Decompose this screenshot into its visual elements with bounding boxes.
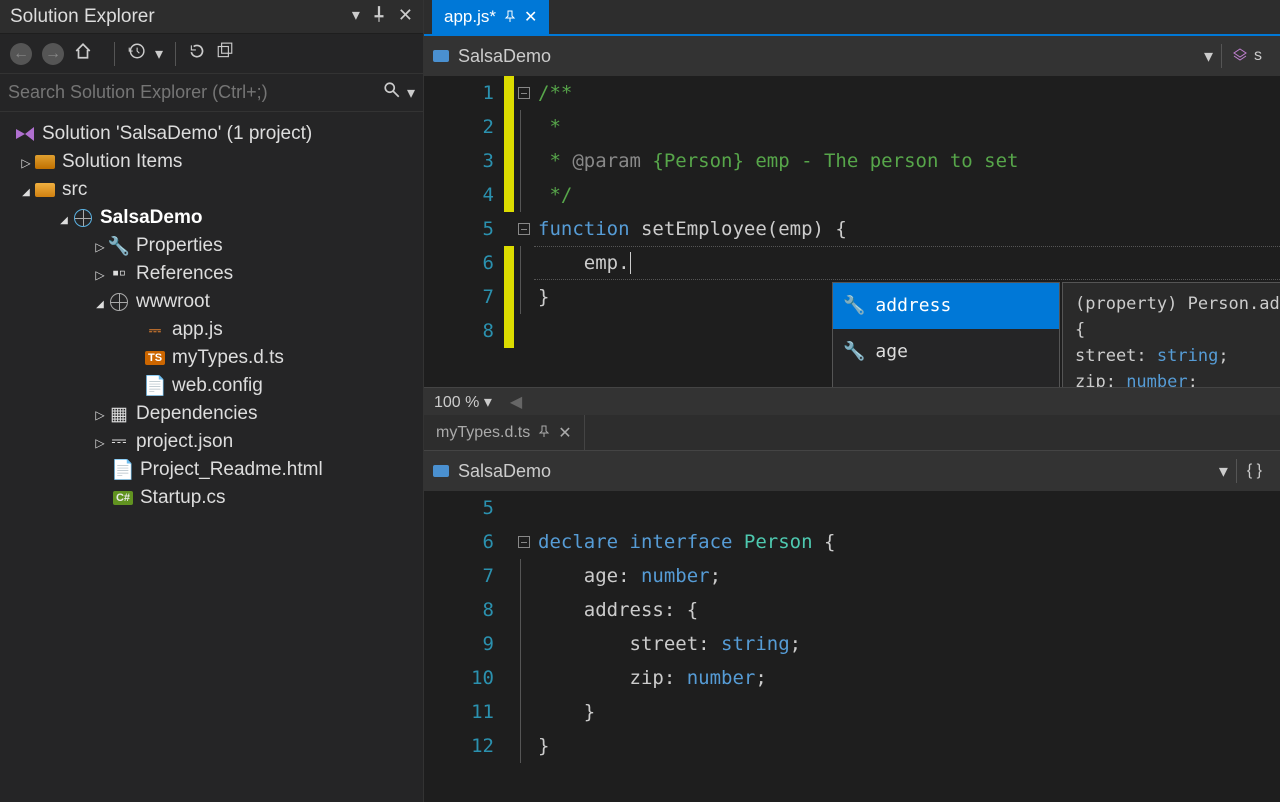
scroll-left-icon[interactable]: ◀ (510, 392, 522, 412)
nav-project-dropdown[interactable]: SalsaDemo (432, 46, 1221, 67)
projectjson-node[interactable]: ⎓ project.json (4, 428, 419, 456)
intellisense-item[interactable]: 🔧 age (833, 329, 1059, 375)
vs-solution-icon (14, 125, 36, 143)
change-margin (504, 76, 514, 348)
solution-tree[interactable]: Solution 'SalsaDemo' (1 project) Solutio… (0, 112, 423, 802)
readme-node[interactable]: 📄 Project_Readme.html (4, 456, 419, 484)
tab-label: app.js* (444, 7, 496, 27)
js-file-icon: ⎓ (144, 321, 166, 339)
panel-title: Solution Explorer (10, 6, 352, 28)
globe-icon (72, 209, 94, 227)
editor-tabs: app.js* ✕ (424, 0, 1280, 36)
globe-icon (108, 293, 130, 311)
editor-navbar: SalsaDemo s (424, 36, 1280, 76)
tab-appjs[interactable]: app.js* ✕ (432, 0, 549, 34)
wrench-icon: 🔧 (843, 289, 865, 323)
line-gutter: 12345678 (424, 76, 504, 348)
collapse-icon[interactable] (56, 207, 72, 229)
pin-icon[interactable] (370, 5, 388, 28)
intellisense-tooltip: (property) Person.address: { street: str… (1062, 282, 1280, 387)
expand-icon[interactable] (92, 403, 108, 425)
tab-close-icon[interactable]: ✕ (524, 7, 537, 27)
intellisense-item[interactable]: 🔧 address (833, 283, 1059, 329)
search-input[interactable] (8, 82, 383, 103)
history-dropdown-icon[interactable] (155, 44, 163, 64)
editor-navbar-bottom: SalsaDemo { } (424, 451, 1280, 491)
code-editor-top[interactable]: 12345678 /** * * @param {Person} emp - T… (424, 76, 1280, 387)
chevron-down-icon (484, 394, 492, 411)
nav-member-dropdown[interactable]: { } (1237, 462, 1272, 480)
wwwroot-node[interactable]: wwwroot (4, 288, 419, 316)
dependencies-icon: ▦ (108, 405, 130, 423)
html-file-icon: 📄 (112, 461, 134, 479)
tab-pin-icon[interactable] (504, 7, 516, 27)
mytypes-node[interactable]: TS myTypes.d.ts (4, 344, 419, 372)
search-bar (0, 74, 423, 112)
back-button[interactable]: ← (10, 43, 32, 65)
folder-icon (34, 153, 56, 171)
expand-icon[interactable] (92, 235, 108, 257)
references-node[interactable]: ▪▫ References (4, 260, 419, 288)
editor-tabs-bottom: myTypes.d.ts ✕ (424, 415, 1280, 451)
solution-items-node[interactable]: Solution Items (4, 148, 419, 176)
dropdown-icon[interactable] (352, 5, 360, 28)
code-content[interactable]: declare interface Person { age: number; … (534, 491, 1280, 763)
properties-node[interactable]: 🔧 Properties (4, 232, 419, 260)
nav-project-dropdown[interactable]: SalsaDemo (432, 461, 1236, 482)
nav-member-dropdown[interactable]: s (1222, 47, 1272, 65)
wrench-icon: 🔧 (108, 237, 130, 255)
tab-label: myTypes.d.ts (436, 424, 530, 442)
change-margin (504, 491, 514, 763)
folder-open-icon (34, 181, 56, 199)
solution-explorer-panel: Solution Explorer ✕ ← → (0, 0, 424, 802)
chevron-down-icon (1204, 46, 1213, 67)
fold-margin[interactable] (514, 76, 534, 348)
forward-button[interactable]: → (42, 43, 64, 65)
toolbar: ← → (0, 34, 423, 74)
json-file-icon: ⎓ (108, 433, 130, 451)
panel-title-bar: Solution Explorer ✕ (0, 0, 423, 34)
src-folder-node[interactable]: src (4, 176, 419, 204)
fold-toggle-icon[interactable] (518, 223, 530, 235)
tab-mytypes[interactable]: myTypes.d.ts ✕ (424, 415, 585, 450)
wrench-icon: 🔧 (843, 335, 865, 369)
expand-icon[interactable] (92, 263, 108, 285)
tab-pin-icon[interactable] (538, 424, 550, 442)
references-icon: ▪▫ (108, 265, 130, 283)
collapse-icon[interactable] (92, 291, 108, 313)
ts-file-icon: TS (144, 349, 166, 367)
fold-toggle-icon[interactable] (518, 536, 530, 548)
webconfig-node[interactable]: 📄 web.config (4, 372, 419, 400)
refresh-icon[interactable] (188, 42, 206, 65)
line-gutter: 56789101112 (424, 491, 504, 763)
code-content[interactable]: /** * * @param {Person} emp - The person… (534, 76, 1280, 348)
editor-area: app.js* ✕ SalsaDemo s 12345678 (424, 0, 1280, 802)
chevron-down-icon (1219, 461, 1228, 482)
zoom-bar: 100 % ◀ (424, 387, 1280, 415)
collapse-icon[interactable] (18, 179, 34, 201)
dependencies-node[interactable]: ▦ Dependencies (4, 400, 419, 428)
zoom-dropdown[interactable]: 100 % (434, 392, 492, 412)
search-icon[interactable] (383, 81, 401, 104)
tab-close-icon[interactable]: ✕ (558, 423, 571, 443)
intellisense-popup[interactable]: 🔧 address 🔧 age emp setEmployee (832, 282, 1060, 387)
project-node[interactable]: SalsaDemo (4, 204, 419, 232)
config-file-icon: 📄 (144, 377, 166, 395)
close-icon[interactable]: ✕ (398, 5, 413, 28)
home-icon[interactable] (74, 42, 92, 65)
history-icon[interactable] (127, 42, 145, 65)
solution-node[interactable]: Solution 'SalsaDemo' (1 project) (4, 120, 419, 148)
appjs-node[interactable]: ⎓ app.js (4, 316, 419, 344)
expand-icon[interactable] (18, 151, 34, 173)
code-editor-bottom[interactable]: 56789101112 declare interface Person { a… (424, 491, 1280, 802)
fold-margin[interactable] (514, 491, 534, 763)
expand-icon[interactable] (92, 431, 108, 453)
csharp-file-icon: C# (112, 489, 134, 507)
fold-toggle-icon[interactable] (518, 87, 530, 99)
intellisense-item[interactable]: emp (833, 375, 1059, 387)
startup-node[interactable]: C# Startup.cs (4, 484, 419, 512)
collapse-all-icon[interactable] (216, 42, 234, 65)
search-options-icon[interactable] (407, 83, 415, 103)
